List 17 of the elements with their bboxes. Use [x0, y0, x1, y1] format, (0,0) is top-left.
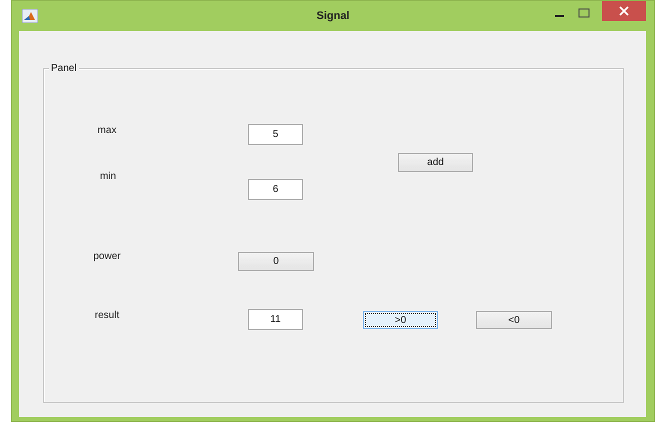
- app-icon: [22, 9, 38, 23]
- field-label: min: [98, 171, 118, 184]
- field-label: power: [92, 251, 122, 264]
- close-button[interactable]: [602, 1, 646, 21]
- push-button[interactable]: 0: [238, 252, 314, 271]
- input-field[interactable]: 11: [248, 309, 303, 330]
- push-button[interactable]: >0: [363, 311, 438, 329]
- input-field[interactable]: 6: [248, 179, 303, 200]
- maximize-icon[interactable]: [578, 7, 590, 19]
- panel-title: Panel: [49, 63, 79, 74]
- push-button[interactable]: add: [398, 153, 473, 172]
- input-field[interactable]: 5: [248, 124, 303, 145]
- close-icon: [619, 6, 629, 16]
- push-button[interactable]: <0: [476, 311, 552, 329]
- window-title: Signal: [315, 10, 350, 22]
- field-label: max: [96, 125, 118, 138]
- field-label: result: [94, 310, 120, 323]
